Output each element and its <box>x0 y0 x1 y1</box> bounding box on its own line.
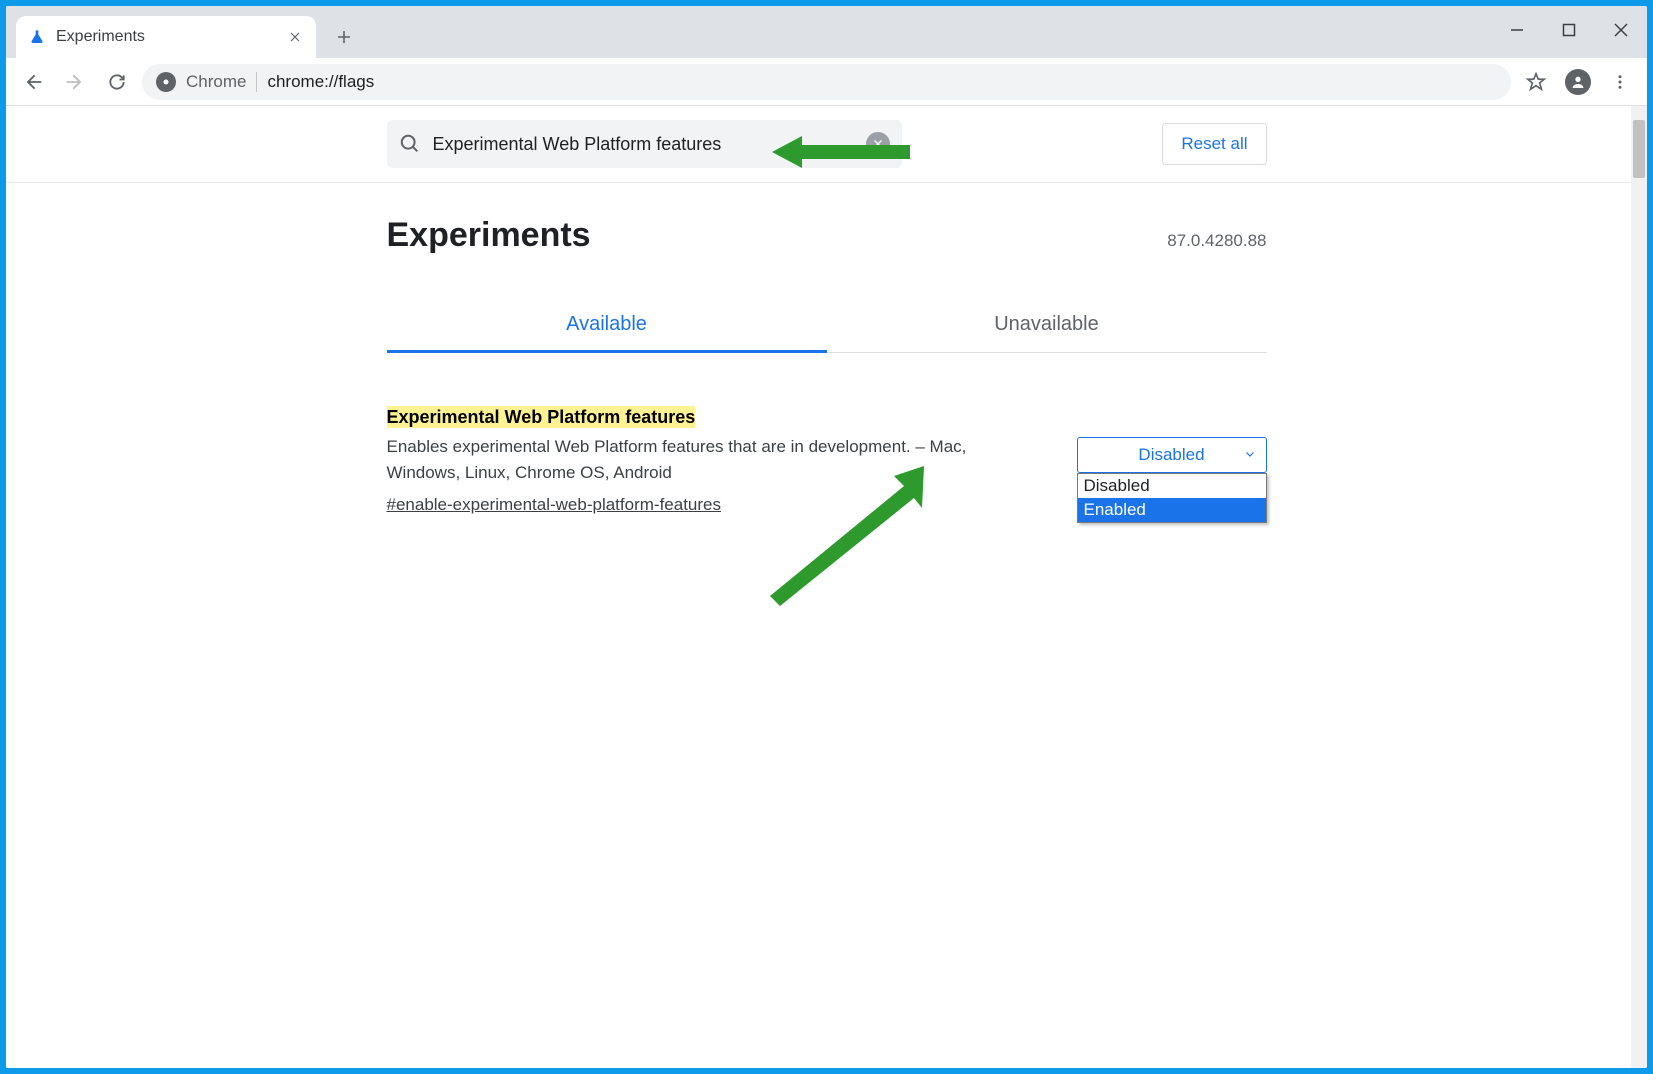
flag-description: Enables experimental Web Platform featur… <box>387 434 1037 485</box>
maximize-button[interactable] <box>1543 10 1595 50</box>
flag-text: Experimental Web Platform features Enabl… <box>387 407 1037 515</box>
forward-button[interactable] <box>58 65 92 99</box>
chrome-icon <box>156 72 176 92</box>
clear-search-icon[interactable] <box>866 132 890 156</box>
profile-button[interactable] <box>1561 65 1595 99</box>
content: Experimental Web Platform features Reset… <box>387 106 1267 515</box>
option-enabled[interactable]: Enabled <box>1078 498 1266 522</box>
tab-strip: Experiments <box>6 6 1647 58</box>
scrollbar-thumb[interactable] <box>1633 120 1645 178</box>
search-icon <box>399 133 421 155</box>
vertical-scrollbar[interactable] <box>1631 106 1647 1068</box>
divider <box>256 72 257 92</box>
heading-row: Experiments 87.0.4280.88 <box>387 216 1267 255</box>
chrome-version: 87.0.4280.88 <box>1167 231 1266 251</box>
person-icon <box>1565 69 1591 95</box>
tab-unavailable[interactable]: Unavailable <box>827 299 1267 352</box>
flask-icon <box>28 28 46 46</box>
flag-state-select[interactable]: Disabled <box>1077 437 1267 473</box>
flag-control: Disabled Disabled Enabled <box>1077 437 1267 515</box>
search-value: Experimental Web Platform features <box>433 134 855 155</box>
page-title: Experiments <box>387 216 591 255</box>
flag-title: Experimental Web Platform features <box>387 407 1037 428</box>
reload-button[interactable] <box>100 65 134 99</box>
minimize-button[interactable] <box>1491 10 1543 50</box>
flag-entry: Experimental Web Platform features Enabl… <box>387 407 1267 515</box>
search-row: Experimental Web Platform features Reset… <box>387 120 1267 188</box>
url-origin-label: Chrome <box>186 72 246 92</box>
new-tab-button[interactable] <box>328 21 360 53</box>
close-tab-icon[interactable] <box>286 28 304 46</box>
tab-available[interactable]: Available <box>387 299 827 353</box>
divider <box>6 182 1633 183</box>
page-viewport: Experimental Web Platform features Reset… <box>6 106 1647 1068</box>
flag-tabs: Available Unavailable <box>387 299 1267 353</box>
selected-value: Disabled <box>1138 445 1204 465</box>
browser-toolbar: Chrome chrome://flags <box>6 58 1647 106</box>
active-tab[interactable]: Experiments <box>16 16 316 58</box>
option-disabled[interactable]: Disabled <box>1078 474 1266 498</box>
window-controls <box>1491 6 1647 54</box>
bookmark-star-icon[interactable] <box>1519 65 1553 99</box>
chevron-down-icon <box>1244 445 1256 465</box>
url-text: chrome://flags <box>267 72 374 92</box>
flags-search-input[interactable]: Experimental Web Platform features <box>387 120 903 168</box>
reset-all-button[interactable]: Reset all <box>1162 123 1266 165</box>
browser-window: Experiments <box>6 6 1647 1068</box>
kebab-menu-icon[interactable] <box>1603 65 1637 99</box>
flag-hash-link[interactable]: #enable-experimental-web-platform-featur… <box>387 495 722 515</box>
back-button[interactable] <box>16 65 50 99</box>
flag-state-dropdown: Disabled Enabled <box>1077 473 1267 523</box>
tab-title: Experiments <box>56 28 276 46</box>
close-window-button[interactable] <box>1595 10 1647 50</box>
address-bar[interactable]: Chrome chrome://flags <box>142 64 1511 100</box>
